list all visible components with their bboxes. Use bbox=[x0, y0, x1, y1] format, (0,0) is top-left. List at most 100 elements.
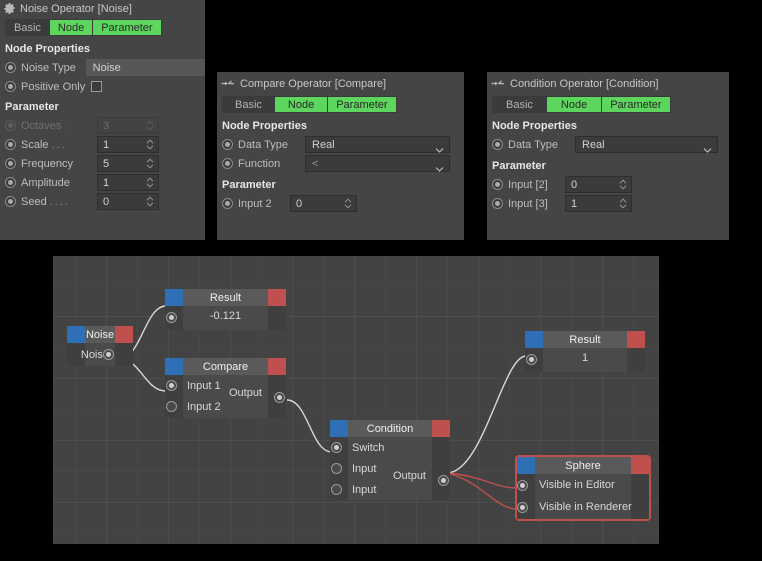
radio-frequency[interactable] bbox=[5, 158, 16, 169]
node-header[interactable]: Result bbox=[165, 289, 286, 306]
input-port[interactable] bbox=[517, 480, 528, 491]
seed-spinner[interactable]: 0 bbox=[97, 193, 159, 210]
sphere-node[interactable]: Sphere Visible in Editor Visible in Rend… bbox=[515, 455, 651, 521]
output-port[interactable] bbox=[438, 475, 449, 486]
function-dropdown[interactable]: < bbox=[305, 155, 450, 172]
row-scale: Scale ... 1 bbox=[5, 135, 205, 154]
input-port[interactable] bbox=[331, 463, 342, 474]
section-node-properties: Node Properties bbox=[5, 43, 90, 55]
compare-node[interactable]: Compare Input 1 Input 2 Output bbox=[165, 358, 286, 418]
input-port[interactable] bbox=[517, 502, 528, 513]
node-header[interactable]: Sphere bbox=[517, 457, 649, 474]
node-graph-editor[interactable]: Noise Noise Result -0.121 Compare Input … bbox=[53, 256, 659, 544]
spinner-arrows-icon[interactable] bbox=[146, 138, 154, 151]
node-port-row[interactable]: Visible in Renderer bbox=[517, 496, 649, 518]
input-2-spinner[interactable]: 0 bbox=[290, 195, 357, 212]
tab-node[interactable]: Node bbox=[49, 19, 94, 36]
section-parameter: Parameter bbox=[5, 101, 59, 113]
node-port-row[interactable]: Input 1 bbox=[165, 375, 286, 396]
output-port[interactable] bbox=[274, 392, 285, 403]
node-port-row[interactable]: Input bbox=[330, 458, 450, 479]
tab-basic[interactable]: Basic bbox=[5, 19, 50, 36]
scale-spinner[interactable]: 1 bbox=[97, 136, 159, 153]
tab-parameter[interactable]: Parameter bbox=[328, 96, 397, 113]
tab-bar-condition[interactable]: Basic Node Parameter bbox=[492, 96, 729, 113]
tab-parameter[interactable]: Parameter bbox=[93, 19, 162, 36]
data-type-dropdown[interactable]: Real bbox=[575, 136, 718, 153]
node-port-row[interactable]: Visible in Editor bbox=[517, 474, 649, 496]
node-port-row[interactable]: Input bbox=[330, 479, 450, 500]
spinner-arrows-icon bbox=[146, 119, 154, 132]
node-header[interactable]: Result bbox=[525, 331, 645, 348]
chevron-down-icon[interactable] bbox=[435, 141, 444, 153]
input-port[interactable] bbox=[166, 401, 177, 412]
radio-data-type[interactable] bbox=[222, 139, 233, 150]
tab-node[interactable]: Node bbox=[274, 96, 329, 113]
node-output-swatch bbox=[115, 326, 133, 343]
input-port[interactable] bbox=[166, 312, 177, 323]
row-seed: Seed .... 0 bbox=[5, 192, 205, 211]
radio-noise-type[interactable] bbox=[5, 62, 16, 73]
input-port[interactable] bbox=[331, 484, 342, 495]
radio-input-2[interactable] bbox=[222, 198, 233, 209]
tab-basic[interactable]: Basic bbox=[222, 96, 275, 113]
radio-scale[interactable] bbox=[5, 139, 16, 150]
gear-icon bbox=[4, 3, 15, 14]
output-port[interactable] bbox=[103, 349, 114, 360]
input-2-value: 0 bbox=[296, 197, 303, 210]
spinner-arrows-icon[interactable] bbox=[146, 176, 154, 189]
node-output-swatch bbox=[268, 358, 286, 375]
radio-function[interactable] bbox=[222, 158, 233, 169]
input-port[interactable] bbox=[166, 380, 177, 391]
label-positive-only: Positive Only bbox=[21, 80, 86, 93]
spinner-arrows-icon[interactable] bbox=[146, 195, 154, 208]
spinner-arrows-icon[interactable] bbox=[146, 157, 154, 170]
chevron-down-icon[interactable] bbox=[435, 160, 444, 172]
radio-amplitude[interactable] bbox=[5, 177, 16, 188]
port-label: Switch bbox=[352, 441, 385, 454]
row-input-2: Input 2 0 bbox=[222, 194, 464, 213]
radio-input-2[interactable] bbox=[492, 179, 503, 190]
amplitude-spinner[interactable]: 1 bbox=[97, 174, 159, 191]
port-label: Input 2 bbox=[187, 400, 221, 413]
noise-type-dropdown[interactable]: Noise bbox=[85, 59, 205, 76]
positive-only-checkbox[interactable] bbox=[91, 81, 103, 92]
radio-positive-only[interactable] bbox=[5, 81, 16, 92]
tab-bar-noise[interactable]: Basic Node Parameter bbox=[5, 19, 205, 36]
spinner-arrows-icon[interactable] bbox=[619, 178, 627, 191]
node-header[interactable]: Condition bbox=[330, 420, 450, 437]
condition-node[interactable]: Condition Switch Input Input Output bbox=[330, 420, 450, 500]
node-port-row[interactable]: Switch bbox=[330, 437, 450, 458]
spinner-arrows-icon[interactable] bbox=[619, 197, 627, 210]
panel-title-condition: Condition Operator [Condition] bbox=[487, 72, 729, 91]
noise-node[interactable]: Noise Noise bbox=[67, 326, 133, 366]
node-body: 1 bbox=[525, 348, 645, 372]
tab-basic[interactable]: Basic bbox=[492, 96, 547, 113]
node-input-swatch bbox=[165, 289, 183, 306]
radio-data-type[interactable] bbox=[492, 139, 503, 150]
node-header[interactable]: Noise bbox=[67, 326, 133, 343]
input-2-spinner[interactable]: 0 bbox=[565, 176, 632, 193]
node-header[interactable]: Compare bbox=[165, 358, 286, 375]
spinner-arrows-icon[interactable] bbox=[344, 197, 352, 210]
data-type-dropdown[interactable]: Real bbox=[305, 136, 450, 153]
result-node-top[interactable]: Result -0.121 bbox=[165, 289, 286, 330]
radio-input-3[interactable] bbox=[492, 198, 503, 209]
result-node-right[interactable]: Result 1 bbox=[525, 331, 645, 372]
node-port-row[interactable]: Input 2 bbox=[165, 396, 286, 417]
tab-bar-compare[interactable]: Basic Node Parameter bbox=[222, 96, 464, 113]
tab-node[interactable]: Node bbox=[546, 96, 603, 113]
section-node-properties: Node Properties bbox=[222, 120, 307, 132]
input-port[interactable] bbox=[526, 354, 537, 365]
input-3-spinner[interactable]: 1 bbox=[565, 195, 632, 212]
radio-seed[interactable] bbox=[5, 196, 16, 207]
frequency-spinner[interactable]: 5 bbox=[97, 155, 159, 172]
data-type-value: Real bbox=[582, 138, 605, 151]
label-leader-dots: .... bbox=[49, 195, 70, 208]
tab-parameter[interactable]: Parameter bbox=[602, 96, 671, 113]
section-node-properties: Node Properties bbox=[492, 120, 577, 132]
label-input-2: Input [2] bbox=[508, 178, 548, 191]
row-data-type: Data Type Real bbox=[222, 135, 464, 154]
chevron-down-icon[interactable] bbox=[703, 141, 712, 153]
input-port[interactable] bbox=[331, 442, 342, 453]
